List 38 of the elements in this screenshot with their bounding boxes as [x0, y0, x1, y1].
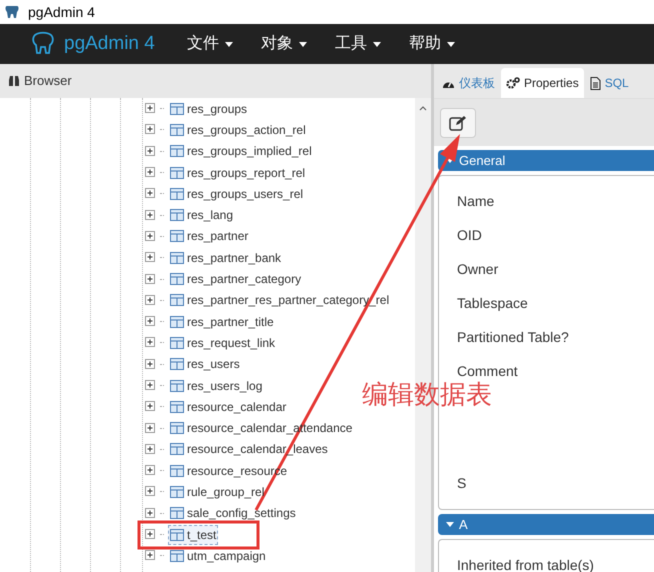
- tab[interactable]: SQL: [584, 68, 634, 98]
- menu-item[interactable]: 帮助: [408, 32, 455, 56]
- tree-item[interactable]: res_request_link: [168, 332, 278, 353]
- tree-item[interactable]: t_test: [168, 524, 218, 545]
- tree-item[interactable]: res_partner: [168, 226, 250, 246]
- tree-item[interactable]: res_lang: [168, 205, 236, 226]
- panel-title: Browser: [24, 72, 72, 90]
- tree-item[interactable]: res_users_log: [168, 376, 264, 396]
- field-label: Owner: [457, 260, 500, 278]
- field-label: OID: [457, 226, 483, 244]
- tree-item[interactable]: res_partner_category: [168, 269, 304, 290]
- field-label: Comment: [457, 362, 519, 380]
- menu-item[interactable]: 对象: [260, 32, 307, 56]
- window-title: pgAdmin 4: [28, 2, 95, 22]
- tree-item[interactable]: res_users: [168, 354, 242, 374]
- field-label: Partitioned Table?: [457, 328, 570, 346]
- tree-item[interactable]: res_groups: [168, 98, 250, 119]
- tree-item[interactable]: rule_group_rel: [168, 482, 266, 502]
- tree-item[interactable]: res_groups_action_rel: [168, 120, 308, 140]
- tree-item[interactable]: sale_config_settings: [168, 503, 298, 524]
- field-label: S: [457, 474, 468, 492]
- tree-item[interactable]: res_partner_bank: [168, 248, 284, 268]
- brand-name[interactable]: pgAdmin 4: [64, 30, 155, 58]
- tree-item[interactable]: res_groups_implied_rel: [168, 141, 314, 162]
- section-header[interactable]: General: [438, 150, 654, 171]
- field-label: Tablespace: [457, 294, 529, 313]
- menu-item[interactable]: 文件: [186, 32, 233, 56]
- tree-item[interactable]: utm_campaign: [168, 546, 268, 566]
- tree-item[interactable]: res_partner_title: [168, 312, 276, 332]
- menu-item[interactable]: 工具: [334, 32, 381, 56]
- tab[interactable]: Properties: [501, 68, 584, 98]
- tree-item[interactable]: resource_calendar: [168, 396, 288, 417]
- field-label: Name: [457, 192, 496, 210]
- tree-item[interactable]: res_groups_users_rel: [168, 184, 306, 204]
- section-header[interactable]: A: [438, 514, 654, 535]
- annotation-text: 编辑数据表: [362, 379, 492, 412]
- tab[interactable]: 仪表板: [437, 68, 500, 98]
- tree-item[interactable]: res_groups_report_rel: [168, 162, 308, 183]
